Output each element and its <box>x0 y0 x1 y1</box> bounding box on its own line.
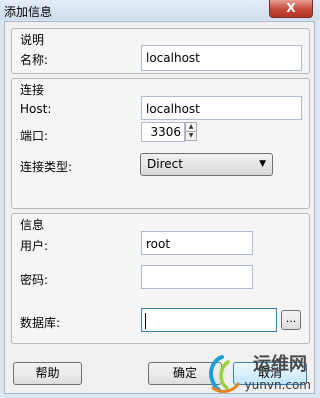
watermark-logo <box>209 355 240 393</box>
description-group: 说明 名称: localhost <box>11 28 310 74</box>
dialog-body: 说明 名称: localhost 连接 Host: localhost 端口: … <box>4 21 315 394</box>
port-field[interactable]: 3306 <box>141 122 185 142</box>
spin-down-icon[interactable]: ▼ <box>186 131 196 140</box>
connection-type-label: 连接类型: <box>20 160 73 174</box>
description-group-title: 说明 <box>20 33 45 47</box>
user-label: 用户: <box>20 239 49 253</box>
name-label: 名称: <box>20 53 49 67</box>
password-field[interactable] <box>141 265 253 289</box>
connection-group-title: 连接 <box>20 83 45 97</box>
watermark-url: yunvn.com <box>244 378 311 392</box>
database-label: 数据库: <box>20 316 61 330</box>
user-field[interactable]: root <box>141 231 253 255</box>
chevron-down-icon: ▼ <box>259 159 266 169</box>
info-group: 信息 用户: root 密码: 数据库: ... <box>11 213 310 344</box>
title-bar: 添加信息 X <box>0 0 319 20</box>
window-title: 添加信息 <box>4 5 53 19</box>
watermark-text: 运维网 <box>253 354 307 375</box>
connection-type-value: Direct <box>147 157 183 171</box>
info-group-title: 信息 <box>20 218 45 232</box>
host-label: Host: <box>20 102 52 116</box>
port-label: 端口: <box>20 129 49 143</box>
text-cursor <box>145 313 146 329</box>
close-button[interactable]: X <box>269 0 313 18</box>
connection-type-select[interactable]: Direct ▼ <box>140 153 273 176</box>
help-button[interactable]: 帮助 <box>13 362 82 385</box>
host-field[interactable]: localhost <box>141 96 302 120</box>
spin-up-icon[interactable]: ▲ <box>186 123 196 131</box>
password-label: 密码: <box>20 273 49 287</box>
database-field[interactable] <box>141 308 277 332</box>
name-field[interactable]: localhost <box>141 45 302 71</box>
port-stepper[interactable]: ▲ ▼ <box>185 122 197 141</box>
browse-button[interactable]: ... <box>281 310 301 330</box>
connection-group: 连接 Host: localhost 端口: 3306 ▲ ▼ 连接类型: Di… <box>11 78 310 209</box>
